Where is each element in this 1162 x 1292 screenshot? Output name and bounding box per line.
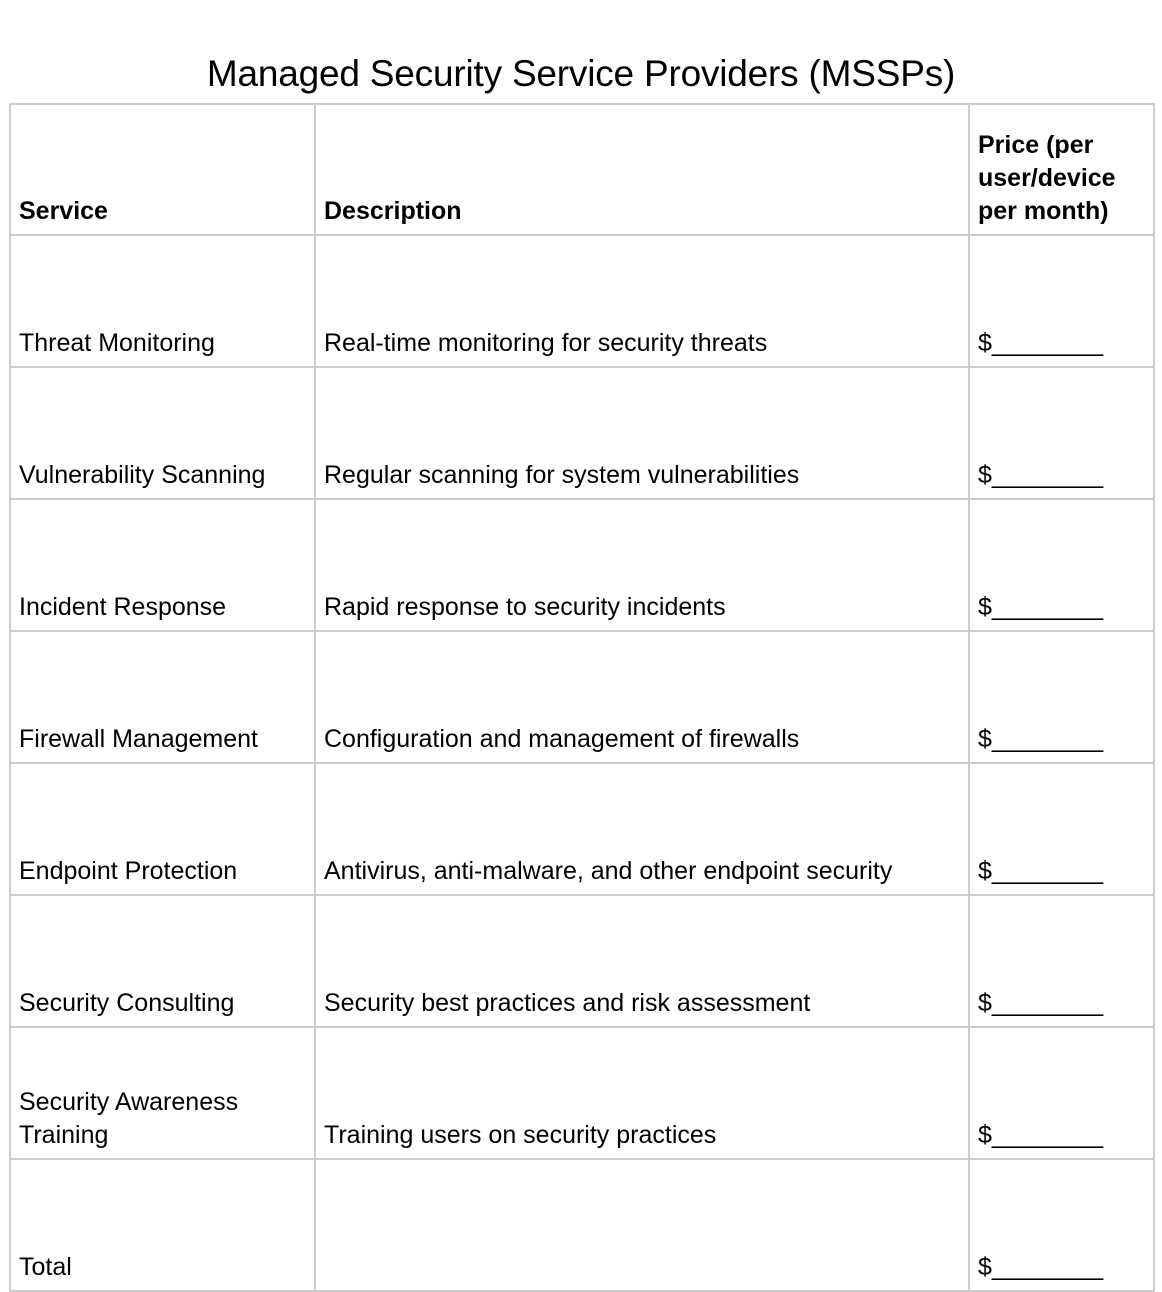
- cell-service: Security Awareness Training: [9, 1026, 316, 1160]
- table-body: Threat Monitoring Real-time monitoring f…: [9, 234, 1155, 1292]
- cell-price[interactable]: $________: [968, 366, 1155, 500]
- price-input-blank-total[interactable]: $________: [978, 1253, 1103, 1281]
- cell-price[interactable]: $________: [968, 762, 1155, 896]
- table-row: Security Consulting Security best practi…: [9, 894, 1155, 1028]
- cell-description: Security best practices and risk assessm…: [314, 894, 970, 1028]
- price-input-blank[interactable]: $________: [978, 329, 1103, 357]
- price-input-blank[interactable]: $________: [978, 461, 1103, 489]
- cell-service-total: Total: [9, 1158, 316, 1292]
- cell-service: Vulnerability Scanning: [9, 366, 316, 500]
- pricing-table-container: Service Description Price (per user/devi…: [9, 103, 1155, 1292]
- cell-service: Firewall Management: [9, 630, 316, 764]
- cell-price[interactable]: $________: [968, 234, 1155, 368]
- table-header: Service Description Price (per user/devi…: [9, 103, 1155, 236]
- table-header-row: Service Description Price (per user/devi…: [9, 103, 1155, 236]
- cell-price-total[interactable]: $________: [968, 1158, 1155, 1292]
- cell-service: Incident Response: [9, 498, 316, 632]
- table-row: Threat Monitoring Real-time monitoring f…: [9, 234, 1155, 368]
- column-header-description: Description: [314, 103, 970, 236]
- cell-description: Rapid response to security incidents: [314, 498, 970, 632]
- column-header-service: Service: [9, 103, 316, 236]
- price-input-blank[interactable]: $________: [978, 857, 1103, 885]
- cell-price[interactable]: $________: [968, 1026, 1155, 1160]
- table-row: Incident Response Rapid response to secu…: [9, 498, 1155, 632]
- cell-description: Real-time monitoring for security threat…: [314, 234, 970, 368]
- page-title: Managed Security Service Providers (MSSP…: [206, 52, 956, 94]
- cell-description: Training users on security practices: [314, 1026, 970, 1160]
- cell-description: Antivirus, anti-malware, and other endpo…: [314, 762, 970, 896]
- table-row: Endpoint Protection Antivirus, anti-malw…: [9, 762, 1155, 896]
- cell-service: Endpoint Protection: [9, 762, 316, 896]
- document-page: Managed Security Service Providers (MSSP…: [0, 0, 1162, 1292]
- cell-description: Configuration and management of firewall…: [314, 630, 970, 764]
- table-row: Security Awareness Training Training use…: [9, 1026, 1155, 1160]
- cell-service: Security Consulting: [9, 894, 316, 1028]
- cell-price[interactable]: $________: [968, 894, 1155, 1028]
- price-input-blank[interactable]: $________: [978, 1121, 1103, 1149]
- price-input-blank[interactable]: $________: [978, 989, 1103, 1017]
- cell-description: Regular scanning for system vulnerabilit…: [314, 366, 970, 500]
- column-header-price: Price (per user/device per month): [968, 103, 1155, 236]
- cell-price[interactable]: $________: [968, 630, 1155, 764]
- cell-service: Threat Monitoring: [9, 234, 316, 368]
- pricing-table: Service Description Price (per user/devi…: [9, 103, 1155, 1292]
- cell-description-total: [314, 1158, 970, 1292]
- price-input-blank[interactable]: $________: [978, 725, 1103, 753]
- table-row: Vulnerability Scanning Regular scanning …: [9, 366, 1155, 500]
- table-row: Firewall Management Configuration and ma…: [9, 630, 1155, 764]
- table-row-total: Total $________: [9, 1158, 1155, 1292]
- price-input-blank[interactable]: $________: [978, 593, 1103, 621]
- cell-price[interactable]: $________: [968, 498, 1155, 632]
